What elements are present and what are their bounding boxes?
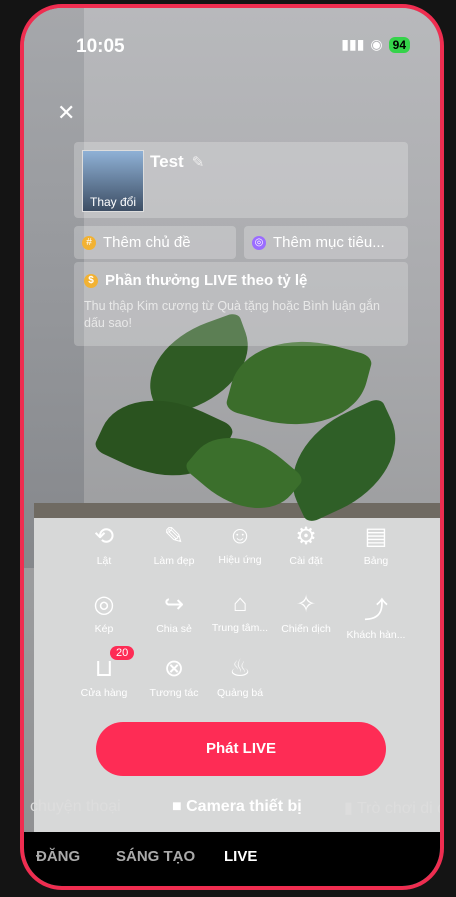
- status-icons: ▮▮▮ ◉ 94: [341, 36, 410, 53]
- center-house-icon: ⌂: [232, 590, 248, 617]
- tool-label: Bảng: [363, 555, 389, 567]
- tool-label: Cài đặt: [289, 555, 323, 567]
- tool-settings[interactable]: ⚙ Cài đặt: [268, 522, 344, 567]
- reward-description: Thu thập Kim cương từ Quà tặng hoặc Bình…: [84, 299, 380, 330]
- reward-title: $ Phần thưởng LIVE theo tỷ lệ: [84, 272, 307, 289]
- edit-icon[interactable]: ✎: [192, 154, 205, 171]
- tool-center[interactable]: ⌂ Trung tâm...: [202, 590, 278, 634]
- tool-label: Chia sẻ: [156, 623, 192, 635]
- shop-badge: 20: [110, 646, 135, 660]
- battery-icon: 94: [388, 36, 410, 53]
- mode-device-camera-label: Camera thiết bị: [186, 798, 302, 815]
- flip-camera-icon: ⟲: [93, 523, 115, 550]
- status-time: 10:05: [76, 36, 125, 57]
- add-goal-button[interactable]: ◎ Thêm mục tiêu...: [244, 226, 408, 259]
- interaction-icon: ⊗: [163, 655, 185, 682]
- tool-board[interactable]: ▤ Bảng: [338, 522, 414, 567]
- effects-face-icon: ☺: [227, 522, 253, 549]
- tool-label: Hiệu ứng: [218, 554, 262, 566]
- settings-gear-icon: ⚙: [295, 523, 317, 550]
- tool-label: Tương tác: [149, 687, 199, 699]
- mode-mobile-games-label: Trò chơi di đ: [356, 800, 444, 817]
- bottom-tab-bar: ĐĂNG SÁNG TẠO LIVE: [24, 832, 440, 886]
- dual-camera-icon: ◎: [93, 591, 115, 618]
- tab-post[interactable]: ĐĂNG: [36, 848, 80, 865]
- add-topic-button[interactable]: # Thêm chủ đề: [74, 226, 236, 259]
- tool-share[interactable]: ↪ Chia sẻ: [136, 590, 212, 635]
- live-title-text: Test: [150, 152, 184, 171]
- tool-campaign[interactable]: ✧ Chiến dịch: [268, 590, 344, 635]
- share-arrow-icon: ↪: [163, 591, 185, 618]
- tool-beauty[interactable]: ✎ Làm đẹp: [136, 522, 212, 567]
- change-cover-label: Thay đổi: [89, 195, 137, 209]
- add-topic-label: Thêm chủ đề: [103, 234, 191, 251]
- tool-interaction[interactable]: ⊗ Tương tác: [136, 654, 212, 699]
- go-live-button[interactable]: Phát LIVE: [96, 722, 386, 776]
- live-title[interactable]: Test ✎: [150, 152, 204, 172]
- tool-label: Cửa hàng: [80, 687, 128, 699]
- coin-icon: $: [84, 273, 98, 288]
- live-title-card[interactable]: Thay đổi Test ✎: [74, 142, 408, 218]
- board-icon: ▤: [364, 523, 388, 550]
- tab-live[interactable]: LIVE: [224, 848, 257, 865]
- video-camera-icon: ■: [172, 798, 187, 815]
- tab-create[interactable]: SÁNG TẠO: [116, 848, 195, 865]
- campaign-icon: ✧: [295, 591, 317, 618]
- mode-device-camera[interactable]: ■ Camera thiết bị: [172, 798, 302, 816]
- promote-flame-icon: ♨: [229, 655, 251, 682]
- mode-mobile-games[interactable]: ▮ Trò chơi di đ: [344, 798, 444, 818]
- tool-label: Kép: [94, 623, 114, 635]
- tool-promote[interactable]: ♨ Quảng bá: [202, 654, 278, 699]
- phone-frame: 10:05 ▮▮▮ ◉ 94 ✕ Thay đổi Test ✎ # Thêm c…: [20, 4, 444, 890]
- reward-title-text: Phần thưởng LIVE theo tỷ lệ: [105, 272, 308, 289]
- mode-call[interactable]: chuyện thoại: [30, 798, 121, 816]
- tool-label: Quảng bá: [216, 687, 264, 699]
- status-bar: 10:05 ▮▮▮ ◉ 94: [24, 34, 440, 58]
- goal-target-icon: ◎: [252, 235, 266, 250]
- tool-customers[interactable]: ⤴ Khách hàn...: [338, 590, 414, 641]
- beauty-wand-icon: ✎: [163, 523, 185, 550]
- tool-dual[interactable]: ◎ Kép: [66, 590, 142, 635]
- tool-label: Chiến dịch: [281, 623, 331, 635]
- live-reward-card[interactable]: $ Phần thưởng LIVE theo tỷ lệ Thu thập K…: [74, 262, 408, 346]
- cover-thumbnail[interactable]: Thay đổi: [82, 150, 144, 212]
- add-goal-label: Thêm mục tiêu...: [273, 234, 385, 251]
- close-icon[interactable]: ✕: [57, 100, 75, 126]
- tool-label: Khách hàn...: [346, 629, 406, 641]
- phone-icon: ▮: [344, 800, 357, 817]
- tool-label: Làm đẹp: [153, 555, 195, 567]
- wifi-icon: ◉: [370, 36, 383, 52]
- tool-flip[interactable]: ⟲ Lật: [66, 522, 142, 567]
- tool-label: Trung tâm...: [211, 622, 269, 634]
- tool-effects[interactable]: ☺ Hiệu ứng: [202, 522, 278, 566]
- tool-shop[interactable]: 20 ⊔ Cửa hàng: [66, 646, 142, 699]
- signal-icon: ▮▮▮: [341, 36, 365, 52]
- tool-label: Lật: [96, 555, 112, 567]
- mode-selector: chuyện thoại ■ Camera thiết bị ▮ Trò chơ…: [24, 794, 440, 822]
- customer-growth-icon: ⤴: [364, 597, 388, 624]
- hashtag-icon: #: [82, 235, 96, 250]
